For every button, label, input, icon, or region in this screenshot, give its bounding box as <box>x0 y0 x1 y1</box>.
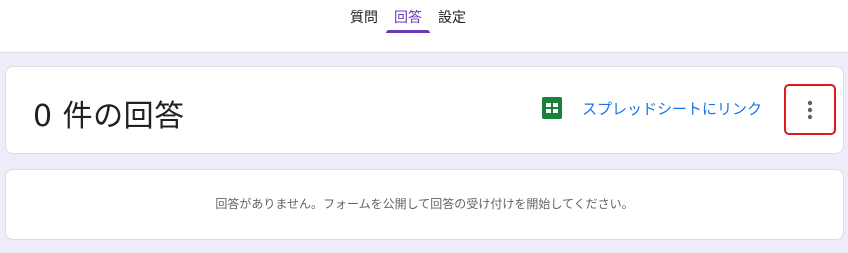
link-to-sheets-label: スプレッドシートにリンク <box>582 99 763 118</box>
link-to-sheets-button[interactable]: スプレッドシートにリンク <box>542 97 762 119</box>
tab-bar: 質問 回答 設定 <box>342 0 474 53</box>
responses-count-title: 0 件の回答 <box>33 99 185 134</box>
more-options-button[interactable] <box>784 84 836 135</box>
tab-settings[interactable]: 設定 <box>430 0 474 43</box>
more-vert-icon <box>807 100 813 119</box>
empty-responses-message: 回答がありません。フォームを公開して回答の受け付けを開始してください。 <box>215 197 634 211</box>
top-bar: 質問 回答 設定 <box>0 0 848 53</box>
empty-responses-card: 回答がありません。フォームを公開して回答の受け付けを開始してください。 <box>5 169 844 240</box>
google-sheets-icon <box>542 97 562 119</box>
tab-responses[interactable]: 回答 <box>386 0 430 43</box>
tab-questions[interactable]: 質問 <box>342 0 386 43</box>
responses-summary-card: 0 件の回答 スプレッドシートにリンク <box>5 66 844 154</box>
